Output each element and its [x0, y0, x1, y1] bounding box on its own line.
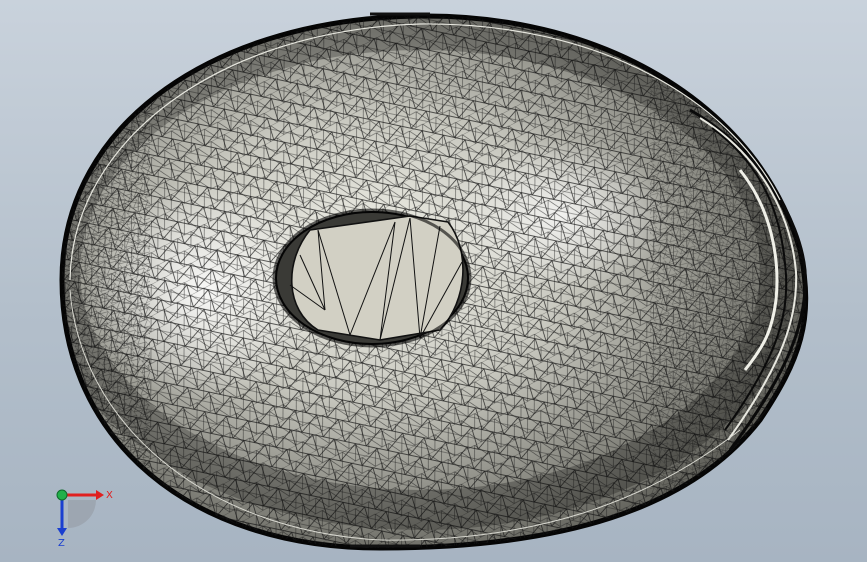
y-axis-icon [56, 489, 68, 501]
egg-mesh-model[interactable] [0, 0, 867, 562]
axis-triad: X Z [56, 489, 113, 548]
z-axis-label: Z [58, 538, 65, 548]
triad-plane-icon [68, 500, 96, 528]
z-arrow-icon [57, 528, 67, 536]
x-arrow-icon [96, 490, 104, 500]
shell-opening[interactable] [272, 208, 472, 348]
x-axis-label: X [106, 490, 113, 501]
graphics-viewport[interactable]: X Z [0, 0, 867, 562]
